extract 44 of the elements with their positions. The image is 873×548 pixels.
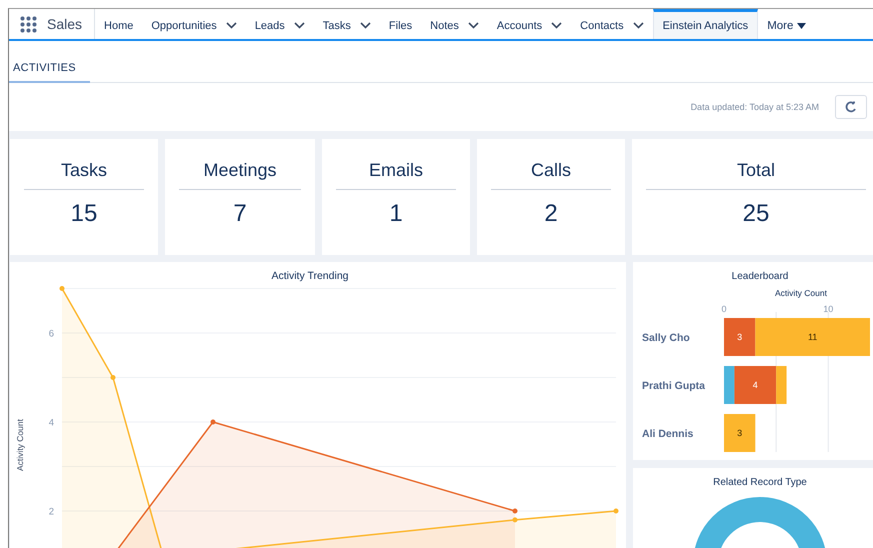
bar-value-label: 3 bbox=[737, 428, 742, 438]
metric-value: 1 bbox=[388, 200, 404, 228]
metric-label: Calls bbox=[491, 160, 611, 190]
app-launcher-icon[interactable] bbox=[20, 16, 37, 32]
nav-tab[interactable]: Opportunities bbox=[142, 9, 246, 39]
bar-value-label: 3 bbox=[737, 332, 742, 342]
refresh-button[interactable] bbox=[835, 95, 867, 119]
data-updated-text: Data updated: Today at 5:23 AM bbox=[690, 102, 819, 112]
chart-title: Related Record Type bbox=[713, 477, 807, 488]
chart-title: Leaderboard bbox=[732, 271, 788, 282]
nav-tab[interactable]: Notes bbox=[421, 9, 488, 39]
category-label: Sally Cho bbox=[642, 332, 690, 344]
app-name: Sales bbox=[47, 16, 82, 32]
x-tick-label: 10 bbox=[823, 304, 834, 314]
nav-tab[interactable]: Tasks bbox=[314, 9, 380, 39]
metric-label: Meetings bbox=[179, 160, 301, 190]
metric-label: Tasks bbox=[24, 160, 144, 190]
nav-tab[interactable]: Contacts bbox=[571, 9, 653, 39]
nav-tab[interactable]: Einstein Analytics bbox=[652, 9, 758, 39]
page-tab[interactable]: ACTIVITIES bbox=[9, 62, 90, 83]
nav-tab[interactable]: Accounts bbox=[488, 9, 572, 39]
metric-label: Emails bbox=[336, 160, 456, 190]
refresh-icon bbox=[845, 101, 857, 113]
bar-value-label: 4 bbox=[752, 380, 758, 390]
nav-tab[interactable]: Home bbox=[95, 9, 142, 39]
y-tick-label: 6 bbox=[48, 328, 54, 340]
caret-down-icon bbox=[797, 23, 806, 29]
metric-value: 15 bbox=[70, 200, 98, 228]
y-tick-label: 2 bbox=[48, 506, 54, 518]
y-tick-label: 4 bbox=[48, 418, 54, 428]
x-axis-label: Activity Count bbox=[775, 288, 827, 298]
chart-title: Activity Trending bbox=[271, 270, 349, 282]
category-label: Ali Dennis bbox=[642, 428, 694, 440]
category-label: Prathi Gupta bbox=[642, 380, 706, 392]
x-tick-label: 0 bbox=[722, 304, 726, 314]
y-axis-label: Activity Count bbox=[15, 419, 25, 471]
nav-tab[interactable]: Files bbox=[380, 9, 422, 39]
bar-value-label: 11 bbox=[808, 332, 818, 342]
nav-tab[interactable]: Leads bbox=[246, 9, 314, 39]
metric-value: 7 bbox=[232, 200, 248, 228]
more-tab[interactable]: More bbox=[758, 9, 816, 39]
metric-value: 2 bbox=[543, 200, 559, 228]
metric-value: 25 bbox=[742, 200, 770, 228]
metric-label: Total bbox=[646, 160, 866, 190]
